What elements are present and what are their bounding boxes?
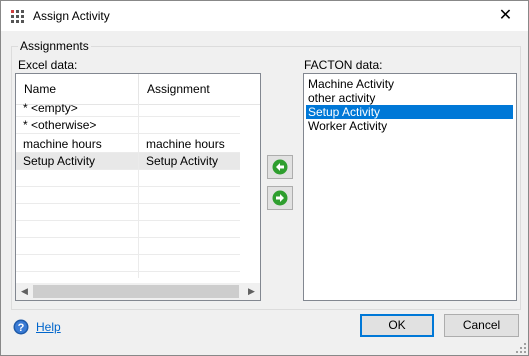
empty-row[interactable]: [16, 204, 240, 221]
empty-row[interactable]: [16, 221, 240, 238]
cell-name[interactable]: Setup Activity: [16, 153, 139, 170]
cell-name[interactable]: * <otherwise>: [16, 117, 139, 134]
scroll-right-icon[interactable]: ▶: [243, 283, 260, 300]
facton-data-list[interactable]: Machine Activity other activity Setup Ac…: [303, 73, 517, 301]
cell-name[interactable]: machine hours: [16, 136, 139, 153]
list-item[interactable]: Machine Activity: [306, 77, 513, 91]
table-row[interactable]: * <empty>: [16, 100, 240, 117]
resize-grip-icon[interactable]: [516, 343, 526, 353]
list-item-selected[interactable]: Setup Activity: [306, 105, 513, 119]
empty-row[interactable]: [16, 187, 240, 204]
scrollbar-thumb[interactable]: [33, 285, 239, 298]
cell-assignment[interactable]: machine hours: [139, 136, 240, 153]
excel-data-grid[interactable]: Name Assignment * <empty> * <otherwise> …: [15, 73, 261, 301]
arrow-left-icon: [272, 159, 288, 175]
help-link[interactable]: Help: [36, 320, 61, 334]
svg-text:?: ?: [18, 322, 25, 334]
close-icon: ✕: [498, 7, 513, 24]
help-icon[interactable]: ?: [13, 319, 29, 335]
window-title: Assign Activity: [33, 9, 110, 23]
table-row[interactable]: machine hours machine hours: [16, 136, 240, 153]
excel-data-label: Excel data:: [18, 58, 78, 72]
app-grid-icon: [11, 10, 24, 23]
ok-button[interactable]: OK: [360, 314, 434, 337]
title-bar: Assign Activity ✕: [1, 1, 528, 31]
assignments-group-label: Assignments: [18, 39, 91, 53]
cell-assignment[interactable]: [139, 117, 240, 134]
horizontal-scrollbar[interactable]: ◀ ▶: [16, 283, 260, 300]
empty-row[interactable]: [16, 238, 240, 255]
empty-row[interactable]: [16, 255, 240, 272]
facton-data-label: FACTON data:: [304, 58, 383, 72]
table-row-selected[interactable]: Setup Activity Setup Activity: [16, 153, 240, 170]
list-item[interactable]: Worker Activity: [306, 119, 513, 133]
assign-left-button[interactable]: [267, 155, 293, 179]
scroll-left-icon[interactable]: ◀: [16, 283, 33, 300]
list-item[interactable]: other activity: [306, 91, 513, 105]
assign-activity-dialog: Assign Activity ✕ Assignments Excel data…: [0, 0, 529, 356]
table-row[interactable]: * <otherwise>: [16, 117, 240, 134]
arrow-right-icon: [272, 190, 288, 206]
cell-name[interactable]: * <empty>: [16, 100, 139, 117]
assign-right-button[interactable]: [267, 186, 293, 210]
empty-row[interactable]: [16, 170, 240, 187]
cell-assignment[interactable]: [139, 100, 240, 117]
close-button[interactable]: ✕: [483, 1, 528, 31]
cancel-button[interactable]: Cancel: [444, 314, 519, 337]
cell-assignment[interactable]: Setup Activity: [139, 153, 240, 170]
